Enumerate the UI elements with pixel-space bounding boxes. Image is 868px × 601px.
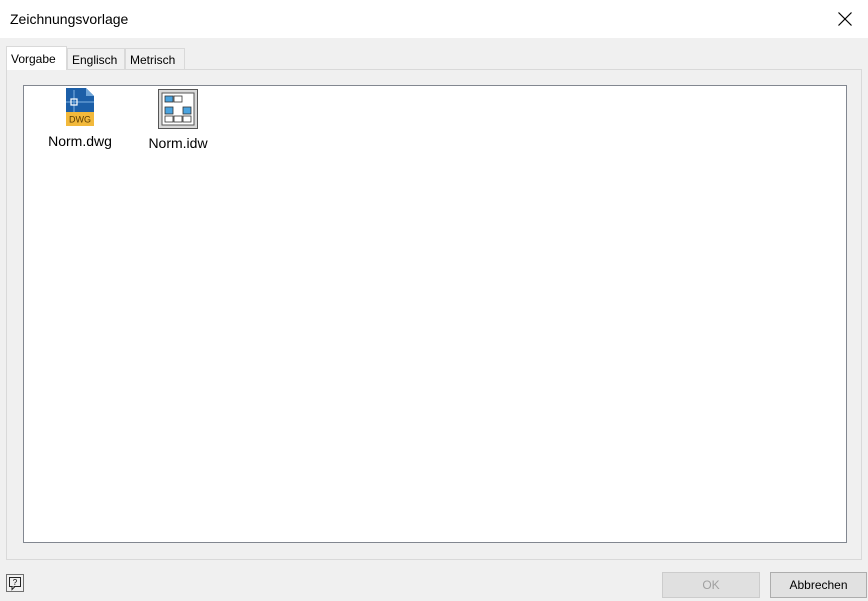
- svg-text:?: ?: [13, 578, 18, 587]
- window-title: Zeichnungsvorlage: [10, 11, 129, 27]
- tab-metrisch[interactable]: Metrisch: [125, 48, 185, 69]
- ok-button[interactable]: OK: [662, 572, 760, 598]
- title-bar: Zeichnungsvorlage: [0, 0, 868, 38]
- file-item-norm-dwg[interactable]: DWG Norm.dwg: [40, 88, 120, 152]
- help-icon: ?: [9, 577, 21, 591]
- template-file-list[interactable]: DWG Norm.dwg Norm.idw: [23, 85, 847, 543]
- tab-englisch[interactable]: Englisch: [67, 48, 125, 69]
- tab-label: Vorgabe: [11, 52, 56, 66]
- close-icon: [838, 12, 852, 26]
- help-button[interactable]: ?: [6, 574, 24, 592]
- tab-label: Metrisch: [130, 53, 176, 67]
- close-button[interactable]: [822, 0, 868, 38]
- idw-file-icon: [158, 89, 198, 129]
- dwg-badge-text: DWG: [69, 115, 91, 125]
- file-name: Norm.idw: [148, 135, 208, 151]
- file-name: Norm.dwg: [48, 133, 112, 149]
- cancel-button[interactable]: Abbrechen: [770, 572, 867, 598]
- tab-vorgabe[interactable]: Vorgabe: [6, 46, 67, 70]
- tab-label: Englisch: [72, 53, 118, 67]
- dwg-file-icon: DWG: [66, 88, 94, 126]
- file-item-norm-idw[interactable]: Norm.idw: [138, 88, 218, 152]
